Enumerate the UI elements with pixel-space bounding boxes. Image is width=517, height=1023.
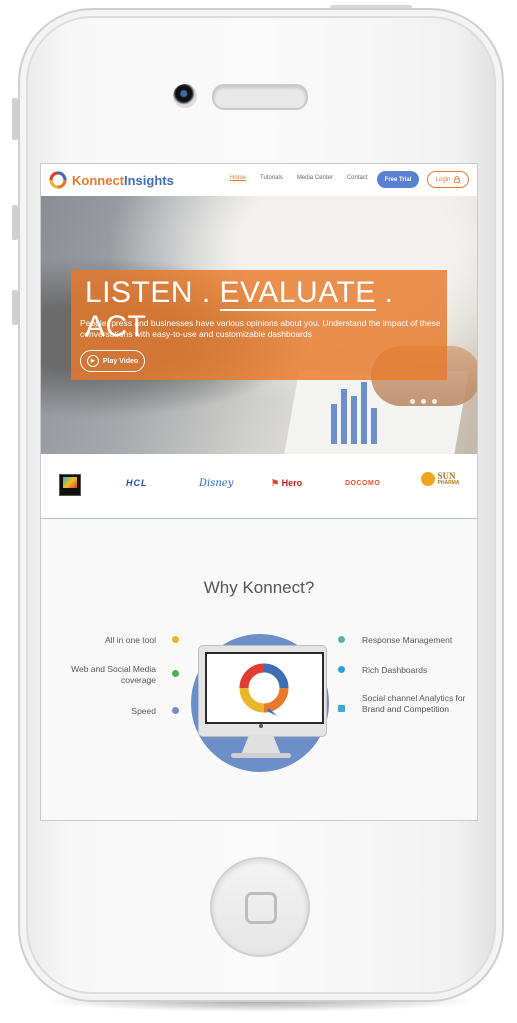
lock-icon (454, 176, 461, 183)
nav-home[interactable]: Home (230, 175, 246, 181)
nav-media-center[interactable]: Media Center (297, 175, 333, 181)
phone-screen: KonnectInsights Home Tutorials Media Cen… (40, 163, 478, 821)
carousel-dots (410, 399, 437, 404)
carousel-dot[interactable] (432, 399, 437, 404)
hero-chart-bar (341, 389, 347, 444)
nav-tutorials[interactable]: Tutorials (260, 175, 283, 181)
hero-subtitle: People, press and businesses have variou… (80, 318, 441, 339)
logo[interactable]: KonnectInsights (47, 170, 174, 190)
play-video-label: Play Video (102, 357, 139, 365)
play-icon: ▶ (86, 355, 99, 367)
carousel-dot[interactable] (410, 399, 415, 404)
nav-bar: KonnectInsights Home Tutorials Media Cen… (41, 164, 477, 196)
disney-logo: Disney (199, 478, 234, 489)
konnect-logo-large-icon (239, 663, 289, 716)
web-social-icon (172, 670, 179, 677)
sun-pharma-logo: SUN PHARMA (421, 472, 459, 486)
all-in-one-icon (172, 636, 179, 643)
feature-response-management: Response Management (362, 635, 453, 645)
logo-text: KonnectInsights (72, 172, 174, 188)
hero-chart-bar (331, 404, 337, 444)
home-square-icon (245, 892, 277, 924)
hero-chart-bar (351, 396, 357, 444)
hero-chart-bar (361, 382, 367, 444)
hcl-logo: HCL (126, 478, 148, 488)
camera-icon (173, 84, 197, 108)
why-konnect-title: Why Konnect? (203, 578, 315, 597)
rich-dashboards-icon (338, 666, 345, 673)
home-button[interactable] (210, 857, 310, 957)
sony-logo-icon (59, 474, 81, 496)
speaker-grille (212, 84, 308, 110)
hero-chart-bar (371, 408, 377, 444)
nav-contact[interactable]: Contact (347, 175, 368, 181)
play-video-button[interactable]: ▶ Play Video (80, 350, 145, 372)
hero-banner: LISTEN . EVALUATE . ACT People, press an… (41, 196, 477, 461)
nav-links: Home Tutorials Media Center Contact (230, 175, 368, 181)
login-button[interactable]: Login (427, 171, 469, 188)
client-logos: HCL Disney ⚑ Hero DOCOMO SUN PHARMA (41, 454, 477, 519)
feature-speed: Speed (131, 706, 156, 716)
feature-social-analytics: Social channel Analytics for Brand and C… (362, 693, 466, 715)
monitor-illustration (198, 645, 327, 737)
speed-icon (172, 707, 179, 714)
carousel-dot[interactable] (421, 399, 426, 404)
feature-web-social: Web and Social Media coverage (71, 664, 156, 686)
monitor-screen (205, 652, 324, 724)
docomo-logo: DOCOMO (345, 480, 381, 487)
response-management-icon (338, 636, 345, 643)
analytics-icon (338, 705, 345, 712)
feature-all-in-one: All in one tool (104, 635, 156, 645)
monitor-camera-dot (259, 724, 263, 728)
hero-logo: ⚑ Hero (271, 478, 303, 488)
konnect-logo-icon (49, 171, 67, 189)
why-konnect-section: Why Konnect? All in one tool Web and Soc… (41, 519, 477, 820)
hero-overlay: LISTEN . EVALUATE . ACT People, press an… (71, 270, 447, 380)
login-label: Login (435, 176, 451, 183)
feature-rich-dashboards: Rich Dashboards (362, 665, 428, 675)
monitor-stand-base (231, 753, 291, 758)
free-trial-button[interactable]: Free Trial (377, 171, 419, 188)
